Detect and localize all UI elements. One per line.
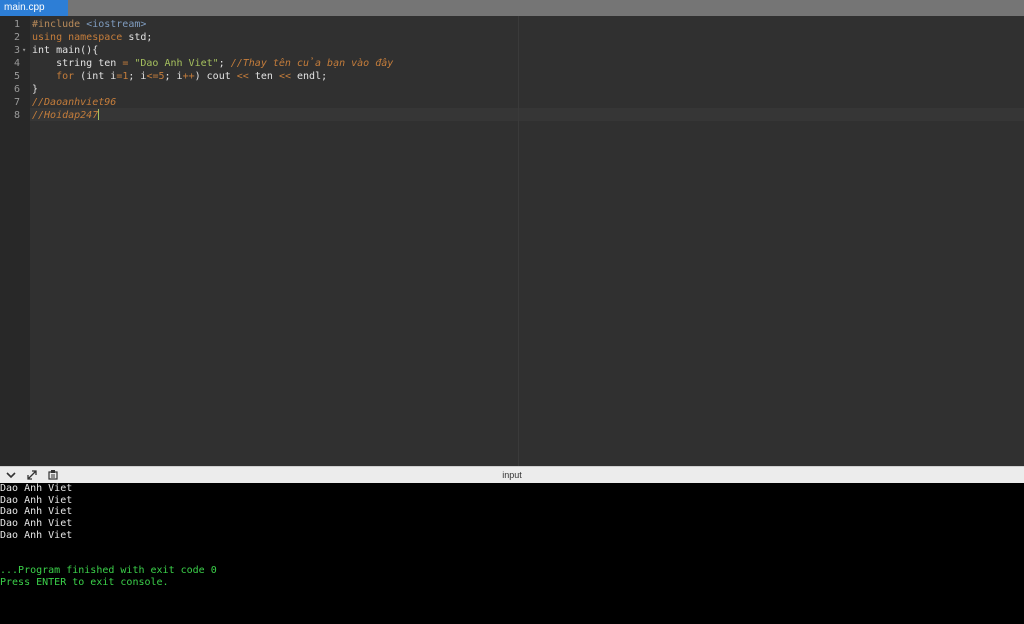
code-token: string ten xyxy=(32,58,123,69)
console-output-line: ...Program finished with exit code 0 xyxy=(0,564,217,576)
code-line[interactable]: //Daoanhviet96 xyxy=(32,96,116,109)
code-token: << xyxy=(236,71,249,82)
code-token: (int i xyxy=(74,71,117,82)
console-output[interactable]: Dao Anh Viet Dao Anh Viet Dao Anh Viet Dao … xyxy=(0,483,1024,624)
console-output-line: Dao Anh Viet xyxy=(0,506,73,518)
console-title: input xyxy=(502,470,522,480)
tab-main-cpp[interactable]: main.cpp xyxy=(0,0,68,16)
console-toolbar: input xyxy=(0,466,1024,483)
code-token: ; xyxy=(218,58,231,69)
code-token: << xyxy=(278,71,291,82)
fold-toggle-icon[interactable]: ▾ xyxy=(22,44,26,57)
print-margin xyxy=(518,16,519,466)
code-token: ++ xyxy=(182,71,195,82)
line-number: 5 xyxy=(13,71,20,82)
code-token: using namespace xyxy=(32,32,123,43)
line-number: 3 xyxy=(13,45,20,56)
code-line[interactable]: for (int i=1; i<=5; i++) cout << ten << … xyxy=(32,70,327,83)
code-token: //Thay tên của bạn vào đây xyxy=(230,58,394,69)
code-line[interactable]: string ten = "Dao Anh Viet"; //Thay tên … xyxy=(32,57,393,70)
code-token: ten xyxy=(248,71,279,82)
code-token: ) cout xyxy=(194,71,237,82)
active-line-highlight xyxy=(30,108,1024,121)
code-token: <iostream> xyxy=(86,19,147,30)
code-line[interactable]: } xyxy=(32,83,38,96)
line-number: 2 xyxy=(13,32,20,43)
console-output-line: Press ENTER to exit console. xyxy=(0,576,169,588)
text-cursor xyxy=(98,109,100,120)
code-line[interactable]: int main(){ xyxy=(32,44,98,57)
code-token: } xyxy=(32,84,39,95)
code-line[interactable]: #include <iostream> xyxy=(32,18,146,31)
tab-bar: main.cpp xyxy=(0,0,1024,16)
line-number: 6 xyxy=(13,84,20,95)
code-line[interactable]: //Hoidap247 xyxy=(32,109,100,122)
code-editor[interactable]: 1 #include <iostream> 2 using namespace std… xyxy=(0,16,1024,466)
line-number: 8 xyxy=(13,110,20,121)
code-token: ; i xyxy=(128,71,147,82)
code-token: for xyxy=(56,71,75,82)
code-token: "Dao Anh Viet" xyxy=(134,58,219,69)
code-token: std; xyxy=(122,32,153,43)
line-number: 1 xyxy=(13,19,20,30)
console-output-line: Dao Anh Viet xyxy=(0,494,73,506)
console-output-line: Dao Anh Viet xyxy=(0,529,73,541)
code-line[interactable]: using namespace std; xyxy=(32,31,152,44)
line-number: 7 xyxy=(13,97,20,108)
code-token: //Hoidap247 xyxy=(32,110,99,121)
code-token: endl; xyxy=(290,71,328,82)
code-token: ; i xyxy=(164,71,183,82)
code-token: <= xyxy=(146,71,159,82)
code-token: int main(){ xyxy=(32,45,99,56)
console-output-line: Dao Anh Viet xyxy=(0,518,73,530)
code-token: //Daoanhviet96 xyxy=(32,97,117,108)
line-number: 4 xyxy=(13,58,20,69)
console-output-line: Dao Anh Viet xyxy=(0,483,73,494)
code-token: #include xyxy=(32,19,87,30)
